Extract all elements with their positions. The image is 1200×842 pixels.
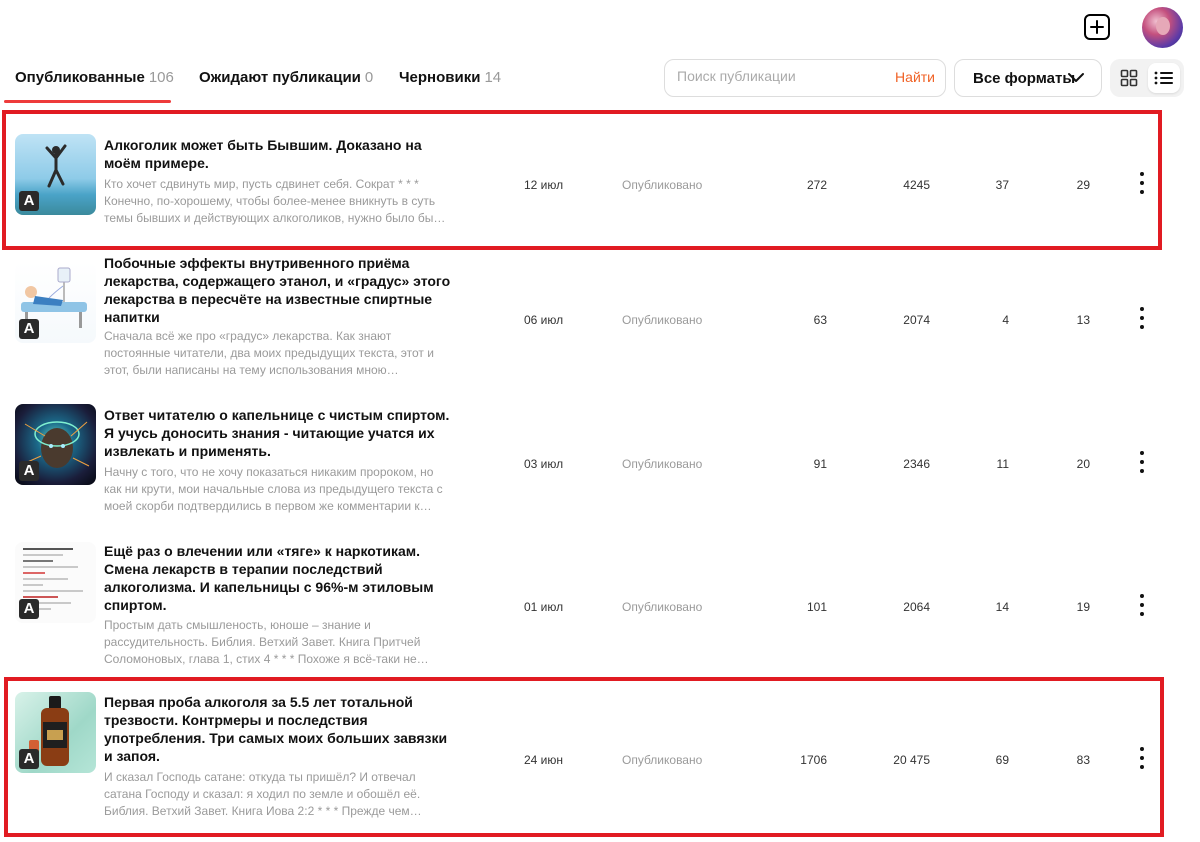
list-view-icon	[1154, 71, 1173, 85]
reads-count: 2346	[903, 457, 930, 471]
publication-date: 01 июл	[524, 600, 564, 614]
more-options-icon[interactable]	[1134, 594, 1150, 616]
publication-title[interactable]: Ответ читателю о капельнице с чистым спи…	[104, 406, 454, 460]
article-format-badge: A	[19, 599, 39, 619]
tabs-bar: Опубликованные 106 Ожидают публикации 0 Че…	[0, 56, 1200, 104]
publication-date: 06 июл	[524, 313, 564, 327]
comments-count: 19	[1076, 600, 1090, 614]
tab-count: 0	[364, 69, 374, 86]
reads-count: 2074	[903, 313, 930, 327]
likes-count: 14	[995, 600, 1009, 614]
publication-description: Сначала всё же про «градус» лекарства. К…	[104, 329, 434, 377]
publication-description: Простым дать смышленость, юноше – знание…	[104, 618, 429, 666]
article-format-badge: A	[19, 461, 39, 481]
views-count: 101	[806, 600, 827, 614]
comments-count: 20	[1076, 457, 1090, 471]
tab-label: Черновики	[399, 69, 481, 86]
tab-published[interactable]: Опубликованные 106	[15, 69, 174, 86]
search-button[interactable]: Найти	[895, 69, 935, 85]
tab-scheduled[interactable]: Ожидают публикации 0	[199, 69, 373, 86]
publication-row[interactable]: A Побочные эффекты внутривенного приёма …	[0, 248, 1200, 388]
highlight-box	[2, 110, 1162, 250]
comments-count: 13	[1076, 313, 1090, 327]
likes-count: 11	[996, 457, 1009, 471]
publication-status: Опубликовано	[622, 313, 703, 327]
highlight-box	[4, 677, 1164, 837]
more-options-icon[interactable]	[1134, 451, 1150, 473]
search-box: Найти	[664, 59, 946, 97]
publication-status: Опубликовано	[622, 600, 703, 614]
publication-thumbnail: A	[15, 404, 96, 485]
grid-view-icon	[1120, 69, 1138, 87]
user-avatar[interactable]	[1142, 7, 1183, 48]
tab-count: 14	[484, 69, 502, 86]
format-dropdown[interactable]: Все форматы	[954, 59, 1102, 97]
tab-drafts[interactable]: Черновики 14	[399, 69, 501, 86]
chevron-down-icon	[1068, 73, 1084, 82]
publication-row[interactable]: A Ответ читателю о капельнице с чистым с…	[0, 394, 1200, 524]
top-bar	[0, 0, 1200, 56]
tab-count: 106	[148, 69, 174, 86]
publication-thumbnail: A	[15, 262, 96, 343]
add-publication-button[interactable]	[1084, 14, 1110, 40]
publication-title[interactable]: Ещё раз о влечении или «тяге» к наркотик…	[104, 542, 454, 614]
tab-label: Опубликованные	[15, 69, 145, 86]
publication-row[interactable]: A Ещё раз о влечении или «тяге» к наркот…	[0, 532, 1200, 672]
article-format-badge: A	[19, 319, 39, 339]
publication-status: Опубликовано	[622, 457, 703, 471]
likes-count: 4	[1002, 313, 1009, 327]
views-count: 63	[813, 313, 827, 327]
tab-label: Ожидают публикации	[199, 69, 361, 86]
view-toggle	[1110, 59, 1184, 97]
plus-square-icon	[1090, 20, 1104, 34]
publication-date: 03 июл	[524, 457, 564, 471]
list-view-button[interactable]	[1148, 63, 1180, 93]
publication-description: Начну с того, что не хочу показаться ник…	[104, 465, 443, 513]
active-tab-indicator	[4, 100, 171, 103]
grid-view-button[interactable]	[1113, 63, 1145, 93]
more-options-icon[interactable]	[1134, 307, 1150, 329]
publication-thumbnail: A	[15, 542, 96, 623]
views-count: 91	[813, 457, 827, 471]
reads-count: 2064	[903, 600, 930, 614]
search-input[interactable]	[677, 68, 877, 84]
publication-title[interactable]: Побочные эффекты внутривенного приёма ле…	[104, 254, 454, 326]
format-dropdown-label: Все форматы	[973, 70, 1076, 87]
